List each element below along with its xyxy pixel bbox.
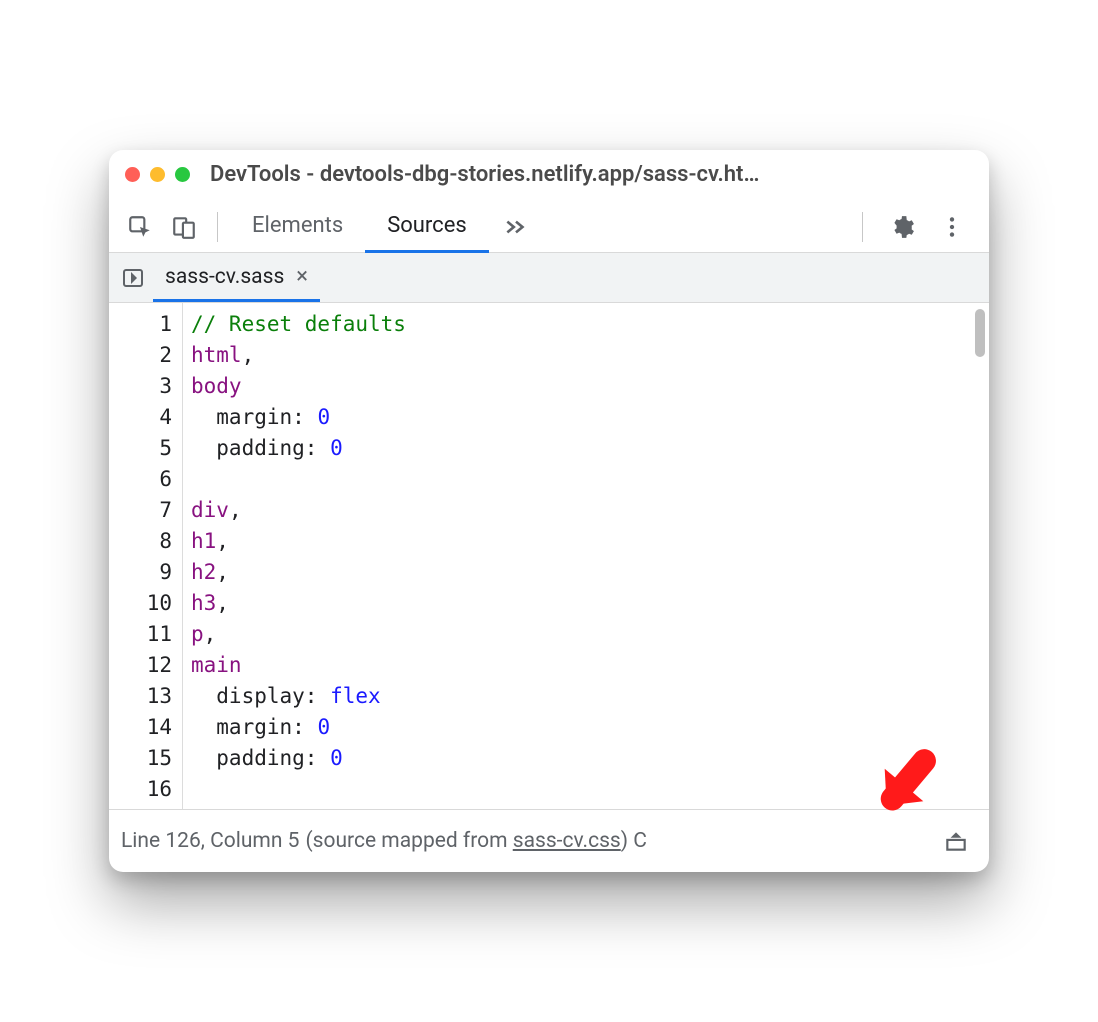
line-number: 5 [115,433,172,464]
line-gutter: 12345678910111213141516 [109,303,183,809]
code-line[interactable] [191,464,981,495]
line-number: 4 [115,402,172,433]
code-line[interactable]: h2, [191,557,981,588]
zoom-window-button[interactable] [175,167,190,182]
cursor-position: Line 126, Column 5 [121,829,299,853]
code-line[interactable]: div, [191,495,981,526]
close-icon[interactable]: × [296,266,308,288]
line-number: 8 [115,526,172,557]
drawer-toggle-icon[interactable] [935,820,977,862]
line-number: 7 [115,495,172,526]
line-number: 9 [115,557,172,588]
devtools-window: DevTools - devtools-dbg-stories.netlify.… [109,150,989,872]
navigator-toggle-icon[interactable] [113,258,153,298]
code-line[interactable]: main [191,650,981,681]
toolbar-separator [862,212,863,242]
kebab-menu-icon[interactable] [931,206,973,248]
toolbar-right [852,206,973,248]
source-mapped-label: (source mapped from sass-cv.css) C [305,829,646,853]
code-editor[interactable]: 12345678910111213141516 // Reset default… [109,303,989,809]
file-tab-label: sass-cv.sass [165,265,284,289]
status-bar: Line 126, Column 5 (source mapped from s… [109,809,989,872]
line-number: 6 [115,464,172,495]
line-number: 1 [115,309,172,340]
more-panels-icon[interactable] [495,206,537,248]
minimize-window-button[interactable] [150,167,165,182]
line-number: 13 [115,681,172,712]
line-number: 14 [115,712,172,743]
window-titlebar: DevTools - devtools-dbg-stories.netlify.… [109,150,989,197]
code-line[interactable]: display: flex [191,681,981,712]
line-number: 12 [115,650,172,681]
source-map-link[interactable]: sass-cv.css [513,829,621,853]
traffic-lights [125,167,190,182]
device-toggle-icon[interactable] [163,206,205,248]
window-title: DevTools - devtools-dbg-stories.netlify.… [210,162,973,187]
line-number: 16 [115,774,172,805]
code-line[interactable]: margin: 0 [191,712,981,743]
file-tab-sass-cv[interactable]: sass-cv.sass × [153,253,320,302]
line-number: 2 [115,340,172,371]
code-line[interactable]: h1, [191,526,981,557]
toolbar-separator [217,212,218,242]
inspect-element-icon[interactable] [119,206,161,248]
line-number: 3 [115,371,172,402]
line-number: 10 [115,588,172,619]
scrollbar-thumb[interactable] [975,309,985,357]
code-line[interactable]: body [191,371,981,402]
file-tabbar: sass-cv.sass × [109,253,989,303]
line-number: 11 [115,619,172,650]
code-content[interactable]: // Reset defaultshtml,body margin: 0 pad… [183,303,989,809]
panel-tabs: Elements Sources [230,201,850,253]
code-line[interactable]: // Reset defaults [191,309,981,340]
code-line[interactable]: margin: 0 [191,402,981,433]
code-line[interactable] [191,774,981,805]
line-number: 15 [115,743,172,774]
code-line[interactable]: padding: 0 [191,743,981,774]
code-line[interactable]: p, [191,619,981,650]
close-window-button[interactable] [125,167,140,182]
tab-elements[interactable]: Elements [230,201,365,253]
tab-sources[interactable]: Sources [365,201,489,253]
gear-icon[interactable] [881,206,923,248]
code-line[interactable]: html, [191,340,981,371]
main-toolbar: Elements Sources [109,197,989,253]
code-line[interactable]: h3, [191,588,981,619]
code-line[interactable]: padding: 0 [191,433,981,464]
